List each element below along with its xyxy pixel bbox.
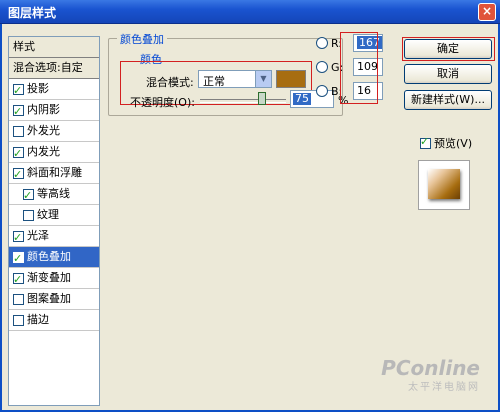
opacity-slider-thumb[interactable] — [258, 92, 266, 105]
blend-mode-label: 混合模式: — [146, 76, 194, 89]
new-style-button[interactable]: 新建样式(W)... — [404, 90, 492, 110]
style-item-label: 光泽 — [27, 229, 49, 242]
style-checkbox[interactable] — [13, 81, 24, 101]
style-item-label: 内发光 — [27, 145, 60, 158]
style-item[interactable]: 渐变叠加 — [9, 268, 99, 290]
blend-mode-select[interactable]: 正常 ▼ — [198, 70, 272, 88]
styles-header: 样式 — [9, 37, 99, 58]
style-item-label: 图案叠加 — [27, 292, 71, 305]
blend-mode-value: 正常 — [203, 75, 225, 88]
style-item[interactable]: 斜面和浮雕 — [9, 163, 99, 185]
style-item-label: 描边 — [27, 313, 49, 326]
style-item[interactable]: 描边 — [9, 310, 99, 331]
style-checkbox[interactable] — [23, 186, 34, 206]
style-checkbox[interactable] — [13, 270, 24, 290]
r-radio[interactable] — [316, 37, 328, 49]
style-checkbox[interactable] — [13, 293, 24, 305]
watermark-logo: PConline 太平洋电脑网 — [381, 358, 480, 398]
style-checkbox[interactable] — [13, 144, 24, 164]
styles-list: 样式 混合选项:自定 投影内阴影外发光内发光斜面和浮雕等高线纹理光泽颜色叠加渐变… — [8, 36, 100, 406]
preview-checkbox[interactable] — [420, 135, 431, 149]
g-radio[interactable] — [316, 61, 328, 73]
title-bar: 图层样式 × — [0, 0, 500, 24]
style-checkbox[interactable] — [13, 125, 24, 137]
color-swatch[interactable] — [276, 70, 306, 88]
watermark-brand: PConline — [381, 356, 480, 380]
style-checkbox[interactable] — [23, 209, 34, 221]
style-item[interactable]: 颜色叠加 — [9, 247, 99, 269]
opacity-value: 75 — [293, 92, 311, 105]
style-item-label: 颜色叠加 — [27, 250, 71, 263]
color-overlay-title: 颜色叠加 — [117, 31, 167, 47]
style-checkbox[interactable] — [13, 228, 24, 248]
style-item[interactable]: 纹理 — [9, 205, 99, 226]
style-item-label: 渐变叠加 — [27, 271, 71, 284]
style-item[interactable]: 等高线 — [9, 184, 99, 206]
ok-button[interactable]: 确定 — [404, 39, 492, 59]
chevron-down-icon: ▼ — [255, 71, 271, 87]
cancel-button[interactable]: 取消 — [404, 64, 492, 84]
style-item[interactable]: 光泽 — [9, 226, 99, 248]
style-item-label: 内阴影 — [27, 103, 60, 116]
blending-options-item[interactable]: 混合选项:自定 — [9, 58, 99, 79]
style-item-label: 斜面和浮雕 — [27, 166, 82, 179]
style-item[interactable]: 内发光 — [9, 142, 99, 164]
style-item[interactable]: 图案叠加 — [9, 289, 99, 310]
preview-thumbnail — [418, 160, 470, 210]
style-checkbox[interactable] — [13, 102, 24, 122]
watermark-sub: 太平洋电脑网 — [408, 382, 480, 393]
style-item[interactable]: 外发光 — [9, 121, 99, 142]
window-title: 图层样式 — [8, 6, 57, 20]
opacity-slider-track[interactable] — [200, 99, 286, 103]
style-checkbox[interactable] — [13, 165, 24, 185]
style-item-label: 等高线 — [37, 187, 70, 200]
style-item-label: 投影 — [27, 82, 49, 95]
style-checkbox[interactable] — [13, 314, 24, 326]
b-radio[interactable] — [316, 85, 328, 97]
preview-image — [428, 169, 460, 199]
rgb-highlight-box — [340, 32, 378, 104]
opacity-label: 不透明度(O): — [130, 96, 195, 109]
preview-label: 预览(V) — [434, 137, 473, 150]
preview-toggle[interactable]: 预览(V) — [420, 135, 472, 151]
style-item[interactable]: 投影 — [9, 79, 99, 101]
style-item-label: 纹理 — [37, 208, 59, 221]
style-item[interactable]: 内阴影 — [9, 100, 99, 122]
style-item-label: 外发光 — [27, 124, 60, 137]
layer-style-dialog: 样式 混合选项:自定 投影内阴影外发光内发光斜面和浮雕等高线纹理光泽颜色叠加渐变… — [0, 24, 500, 412]
close-button[interactable]: × — [478, 3, 496, 21]
style-checkbox[interactable] — [13, 249, 24, 269]
